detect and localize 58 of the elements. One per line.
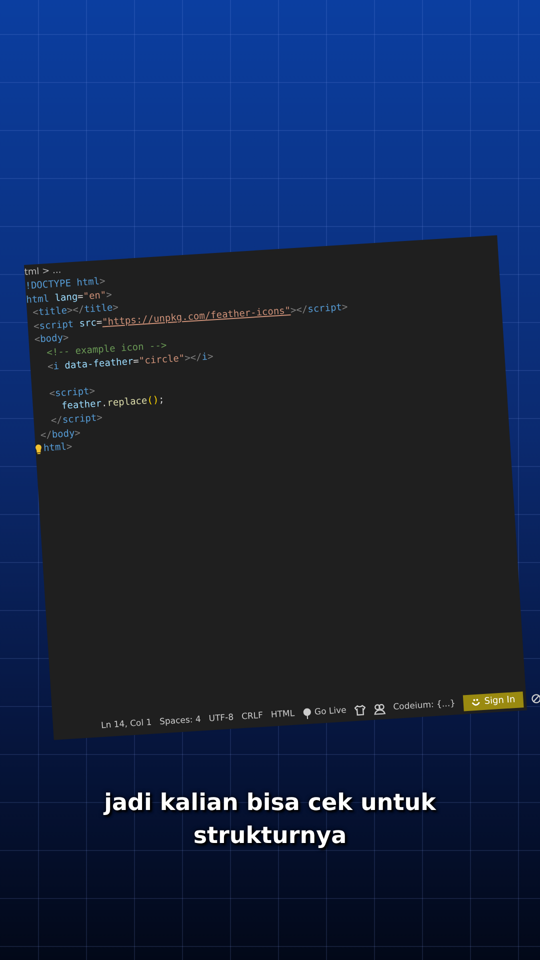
subtitle-caption: jadi kalian bisa cek untuk strukturnya (102, 789, 438, 851)
status-item[interactable]: Spaces: 4 (159, 714, 202, 728)
code-token: replace (106, 394, 148, 411)
code-token: () (146, 394, 160, 407)
code-token: > (88, 384, 96, 398)
code-token: > (106, 288, 112, 302)
code-token: > (99, 274, 106, 289)
code-token: script (62, 412, 98, 428)
code-token: = (96, 316, 103, 330)
code-token: > (62, 332, 70, 346)
code-token: < (46, 360, 54, 374)
smiley-icon (471, 698, 481, 707)
code-token: . (101, 397, 108, 412)
code-token: html (43, 440, 67, 456)
shirt-icon[interactable] (354, 704, 366, 716)
code-token: script (54, 384, 90, 400)
breadcrumb: tml > ... (24, 264, 62, 279)
code-token: = (77, 290, 84, 304)
code-token: src (78, 316, 97, 332)
code-token: > (96, 411, 103, 426)
code-token: < (48, 387, 56, 402)
accounts-icon[interactable] (372, 702, 386, 714)
code-token: </ (50, 414, 63, 429)
no-entry-icon[interactable] (530, 693, 540, 704)
code-token: ></ (184, 350, 202, 366)
code-token: > (207, 350, 214, 364)
code-token: > (342, 300, 348, 314)
code-token: data-feather (63, 356, 134, 374)
code-token: "en" (82, 288, 107, 304)
go-live-button[interactable]: Go Live (302, 705, 347, 719)
code-token: > (74, 426, 81, 440)
status-item[interactable]: Ln 14, Col 1 (100, 718, 152, 732)
status-item[interactable]: HTML (270, 708, 295, 720)
code-token: feather (60, 398, 102, 414)
code-token: i (201, 350, 208, 364)
code-token: body (40, 332, 64, 348)
code-token: i (52, 360, 60, 374)
code-token: = (132, 354, 140, 367)
status-item[interactable]: CRLF (241, 710, 264, 722)
code-token: < (33, 334, 41, 348)
code-token: title (38, 304, 68, 320)
status-item[interactable]: UTF-8 (208, 712, 234, 724)
code-token: </ (39, 428, 52, 442)
code-token: ></ (66, 304, 85, 318)
broadcast-icon (302, 707, 312, 719)
code-token: script (307, 300, 342, 317)
code-token: html (26, 292, 50, 306)
lightbulb-icon[interactable] (35, 444, 42, 455)
code-token: body (51, 426, 76, 442)
status-item[interactable]: Codeium: {...} (392, 698, 456, 713)
code-token: "circle" (138, 352, 185, 368)
code-token: < (31, 306, 39, 321)
code-token: ></ (290, 303, 308, 318)
code-token: html (75, 275, 100, 291)
code-token: script (39, 318, 74, 334)
code-token: < (32, 320, 40, 334)
code-token: > (66, 440, 73, 454)
code-token: ; (158, 394, 165, 408)
